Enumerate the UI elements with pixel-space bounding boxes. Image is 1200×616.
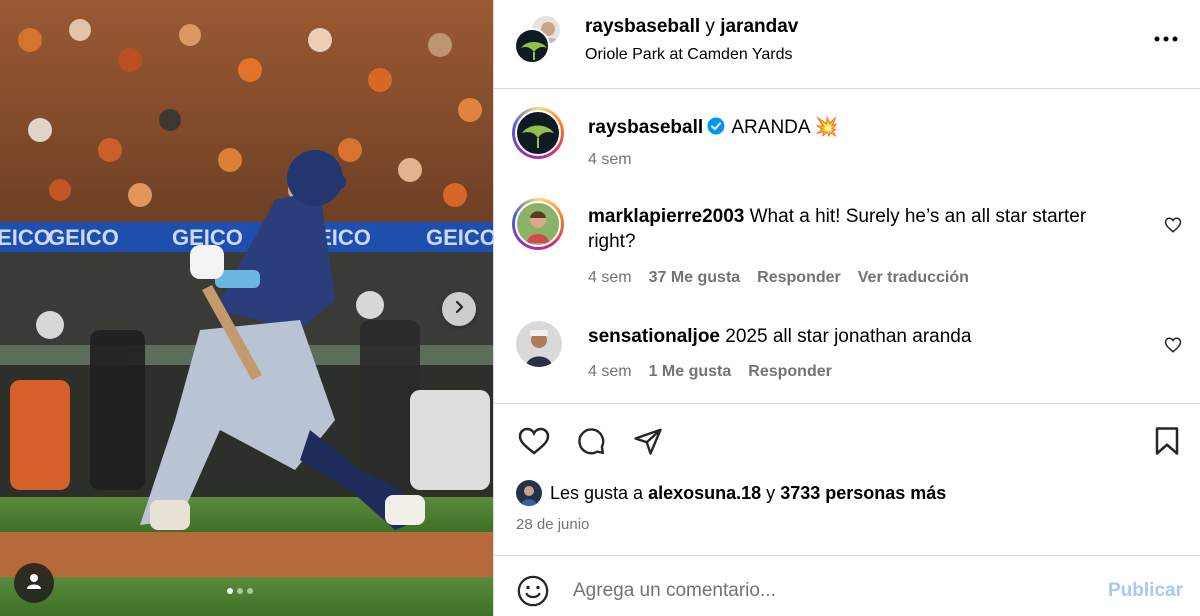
liker-username[interactable]: alexosuna.18 bbox=[648, 483, 761, 504]
emoji-icon bbox=[516, 575, 550, 612]
next-image-button[interactable] bbox=[442, 292, 476, 326]
author-username[interactable]: raysbaseball bbox=[585, 16, 700, 37]
comments-section: raysbaseball ARANDA 💥 4 sem marklapierre… bbox=[494, 90, 1200, 404]
reply-button[interactable]: Responder bbox=[748, 363, 832, 381]
post-header: raysbaseball y jarandav Oriole Park at C… bbox=[494, 0, 1200, 89]
comment-username[interactable]: marklapierre2003 bbox=[588, 206, 744, 227]
avatar-raysbaseball[interactable] bbox=[514, 28, 550, 64]
user-tag-icon bbox=[25, 572, 43, 595]
banner-text-5: GEICO bbox=[426, 225, 493, 250]
heart-icon bbox=[518, 426, 550, 461]
tagged-users-button[interactable] bbox=[14, 563, 54, 603]
comment-body: 2025 all star jonathan aranda bbox=[725, 326, 972, 347]
comment-time[interactable]: 4 sem bbox=[588, 269, 632, 287]
like-comment-button[interactable] bbox=[1164, 216, 1182, 239]
comment-time[interactable]: 4 sem bbox=[588, 363, 632, 381]
share-icon bbox=[633, 426, 663, 461]
comment-likes[interactable]: 37 Me gusta bbox=[649, 269, 741, 287]
author-conjunction: y bbox=[705, 16, 715, 37]
likes-count[interactable]: 3733 personas más bbox=[780, 483, 946, 504]
caption-time[interactable]: 4 sem bbox=[588, 151, 632, 169]
caption-avatar[interactable] bbox=[512, 107, 564, 159]
chevron-right-icon bbox=[452, 300, 466, 319]
caption-body: ARANDA bbox=[731, 117, 810, 138]
like-comment-button[interactable] bbox=[1164, 336, 1182, 359]
post-media[interactable]: GEICO GEICO GEICO GEICO GEICO bbox=[0, 0, 493, 616]
publish-button[interactable]: Publicar bbox=[1108, 580, 1183, 602]
post-location[interactable]: Oriole Park at Camden Yards bbox=[585, 46, 793, 64]
carousel-dot bbox=[227, 588, 233, 594]
verified-icon bbox=[707, 117, 725, 142]
more-options-button[interactable] bbox=[1152, 26, 1180, 50]
comment-input[interactable] bbox=[573, 576, 1093, 606]
comment-meta: 4 sem 1 Me gusta Responder bbox=[588, 363, 832, 381]
liker-avatar[interactable] bbox=[516, 480, 542, 506]
carousel-dots bbox=[227, 588, 253, 594]
caption-meta: 4 sem bbox=[588, 151, 632, 169]
banner-text-1: GEICO bbox=[0, 225, 51, 250]
caption-text: raysbaseball ARANDA 💥 bbox=[588, 115, 1128, 142]
comment-meta: 4 sem 37 Me gusta Responder Ver traducci… bbox=[588, 269, 969, 287]
bookmark-icon bbox=[1153, 426, 1181, 461]
post-photo: GEICO GEICO GEICO GEICO GEICO bbox=[0, 0, 493, 616]
comment-likes[interactable]: 1 Me gusta bbox=[649, 363, 732, 381]
comment-text: marklapierre2003 What a hit! Surely he’s… bbox=[588, 204, 1128, 254]
caption-username[interactable]: raysbaseball bbox=[588, 117, 703, 138]
carousel-dot bbox=[237, 588, 243, 594]
likes-summary: Les gusta a alexosuna.18 y 3733 personas… bbox=[516, 480, 946, 506]
caption-emoji: 💥 bbox=[814, 117, 839, 138]
collaborator-username[interactable]: jarandav bbox=[720, 16, 798, 37]
translate-button[interactable]: Ver traducción bbox=[858, 269, 969, 287]
comment-avatar[interactable] bbox=[516, 321, 562, 367]
comment-text: sensationaljoe 2025 all star jonathan ar… bbox=[588, 324, 1128, 349]
likes-prefix: Les gusta a bbox=[550, 482, 644, 503]
likes-middle: y bbox=[766, 482, 776, 503]
reply-button[interactable]: Responder bbox=[757, 269, 841, 287]
save-button[interactable] bbox=[1149, 425, 1185, 461]
like-button[interactable] bbox=[516, 425, 552, 461]
add-comment-bar: Publicar bbox=[494, 555, 1200, 616]
comment-avatar[interactable] bbox=[512, 198, 564, 250]
more-icon bbox=[1154, 29, 1178, 47]
post-date[interactable]: 28 de junio bbox=[516, 516, 589, 533]
comment-username[interactable]: sensationaljoe bbox=[588, 326, 720, 347]
share-button[interactable] bbox=[630, 425, 666, 461]
comment-icon bbox=[576, 426, 606, 461]
comment-button[interactable] bbox=[573, 425, 609, 461]
post-authors: raysbaseball y jarandav bbox=[585, 16, 798, 38]
emoji-button[interactable] bbox=[516, 574, 550, 608]
heart-icon bbox=[1164, 337, 1182, 358]
heart-icon bbox=[1164, 217, 1182, 238]
post-details-panel: raysbaseball y jarandav Oriole Park at C… bbox=[493, 0, 1200, 616]
banner-text-2: GEICO bbox=[48, 225, 119, 250]
collab-avatars[interactable] bbox=[514, 14, 564, 64]
carousel-dot bbox=[247, 588, 253, 594]
